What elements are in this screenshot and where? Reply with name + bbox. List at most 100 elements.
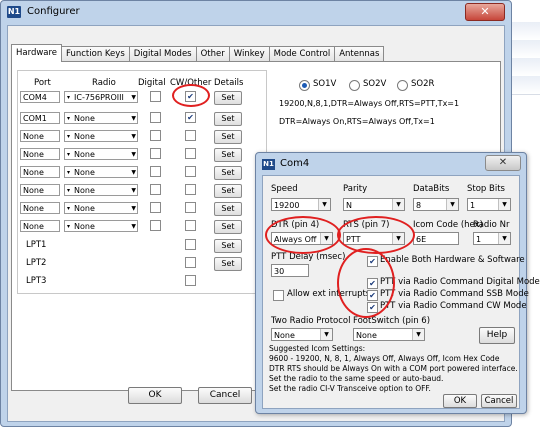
dialog-close-button[interactable]: ✕ [485,155,521,171]
chevron-down-icon: ▼ [446,199,458,210]
so1v-radio[interactable] [299,80,310,91]
so2v-radio[interactable] [349,80,360,91]
port-select[interactable]: COM4 [20,91,60,103]
databits-select[interactable]: 8 ▼ [413,198,459,211]
chevron-down-icon: ▼ [131,151,136,158]
chevron-down-icon: ▼ [131,115,136,122]
set-button[interactable]: Set [214,166,242,180]
radio-select[interactable]: ▾ IC-756PROIII ▼ [64,91,138,103]
suggest-line: DTR RTS should be Always On with a COM p… [269,364,518,373]
so2r-label: SO2R [411,79,435,89]
port-select[interactable]: None [20,166,60,178]
speed-select[interactable]: 19200 ▼ [271,198,331,211]
ptt-digital-label: PTT via Radio Command Digital Mode [380,277,540,287]
port-select[interactable]: None [20,130,60,142]
lpt2-checkbox[interactable] [185,257,196,268]
suggest-line: Set the radio to the same speed or auto-… [269,374,444,383]
set-button[interactable]: Set [214,112,242,126]
chevron-down-icon: ▼ [498,233,510,244]
cw-checkbox[interactable] [185,202,196,213]
footswitch-select[interactable]: None ▼ [353,328,425,341]
so2r-radio[interactable] [397,80,408,91]
cw-checkbox[interactable] [185,166,196,177]
dialog-ok-button[interactable]: OK [443,394,477,408]
radio-select[interactable]: ▾ None ▼ [64,148,138,160]
so2v-label: SO2V [363,79,387,89]
radio-select[interactable]: ▾ None ▼ [64,184,138,196]
cw-checkbox[interactable]: ✔ [185,112,196,123]
header-digital: Digital [138,78,166,88]
lpt3-checkbox[interactable] [185,275,196,286]
digital-checkbox[interactable] [150,91,161,102]
radio-select[interactable]: ▾ None ▼ [64,112,138,124]
digital-checkbox[interactable] [150,184,161,195]
radio-nr-value: 1 [476,235,482,244]
radio-select[interactable]: ▾ None ▼ [64,130,138,142]
close-button[interactable]: ✕ [465,3,505,21]
tab-antennas[interactable]: Antennas [334,46,385,62]
cw-checkbox[interactable] [185,148,196,159]
port2-summary: DTR=Always On,RTS=Always Off,Tx=1 [279,117,435,126]
ptt-delay-input[interactable]: 30 [271,264,309,277]
parity-select[interactable]: N ▼ [343,198,405,211]
digital-checkbox[interactable] [150,166,161,177]
digital-checkbox[interactable] [150,130,161,141]
tab-function-keys[interactable]: Function Keys [61,46,130,62]
tab-bar: Hardware Function Keys Digital Modes Oth… [11,44,385,62]
port-select[interactable]: None [20,184,60,196]
digital-checkbox[interactable] [150,202,161,213]
cw-checkbox[interactable] [185,184,196,195]
set-button[interactable]: Set [214,130,242,144]
cw-checkbox[interactable] [185,220,196,231]
stopbits-label: Stop Bits [467,184,505,194]
lpt2-set-button[interactable]: Set [214,257,242,271]
ptt-cw-label: PTT via Radio Command CW Mode [380,301,527,311]
header-details: Details [214,78,244,88]
stopbits-select[interactable]: 1 ▼ [467,198,511,211]
lpt1-checkbox[interactable] [185,239,196,250]
set-button[interactable]: Set [214,220,242,234]
stopbits-value: 1 [470,201,476,210]
dialog-cancel-button[interactable]: Cancel [481,394,517,408]
radio-select[interactable]: ▾ None ▼ [64,220,138,232]
digital-checkbox[interactable] [150,220,161,231]
annotation-circle [265,216,341,254]
two-radio-select[interactable]: None ▼ [271,328,333,341]
ok-button[interactable]: OK [128,387,182,404]
chevron-down-icon: ▼ [131,205,136,212]
two-radio-value: None [274,331,295,340]
radio-nr-select[interactable]: 1 ▼ [473,232,511,245]
cancel-button[interactable]: Cancel [198,387,252,404]
port-select[interactable]: None [20,220,60,232]
lpt1-label: LPT1 [26,240,47,250]
help-button[interactable]: Help [479,327,515,344]
set-button[interactable]: Set [214,91,242,105]
radio-select-value: None [74,186,95,195]
cw-checkbox[interactable] [185,130,196,141]
lpt1-set-button[interactable]: Set [214,239,242,253]
dialog-client: Speed 19200 ▼ Parity N ▼ DataBits 8 ▼ Stop … [262,175,540,409]
tab-hardware[interactable]: Hardware [11,44,63,62]
suggest-line: Set the radio CI-V Transceive option to … [269,384,431,393]
header-port: Port [34,78,51,88]
tab-other[interactable]: Other [195,46,230,62]
footswitch-value: None [356,331,377,340]
port-select[interactable]: None [20,148,60,160]
tab-winkey[interactable]: Winkey [228,46,270,62]
digital-checkbox[interactable] [150,148,161,159]
set-button[interactable]: Set [214,202,242,216]
radio-select[interactable]: ▾ None ▼ [64,202,138,214]
allow-ext-checkbox[interactable] [273,290,284,301]
set-button[interactable]: Set [214,184,242,198]
digital-checkbox[interactable] [150,112,161,123]
tab-mode-control[interactable]: Mode Control [268,46,336,62]
set-button[interactable]: Set [214,148,242,162]
port-select[interactable]: None [20,202,60,214]
radio-select[interactable]: ▾ None ▼ [64,166,138,178]
port-select[interactable]: COM1 [20,112,60,124]
icom-code-input[interactable]: 6E [413,232,459,245]
header-radio: Radio [92,78,116,88]
radio-select-value: None [74,222,95,231]
tab-digital-modes[interactable]: Digital Modes [128,46,197,62]
radio-select-value: None [74,168,95,177]
